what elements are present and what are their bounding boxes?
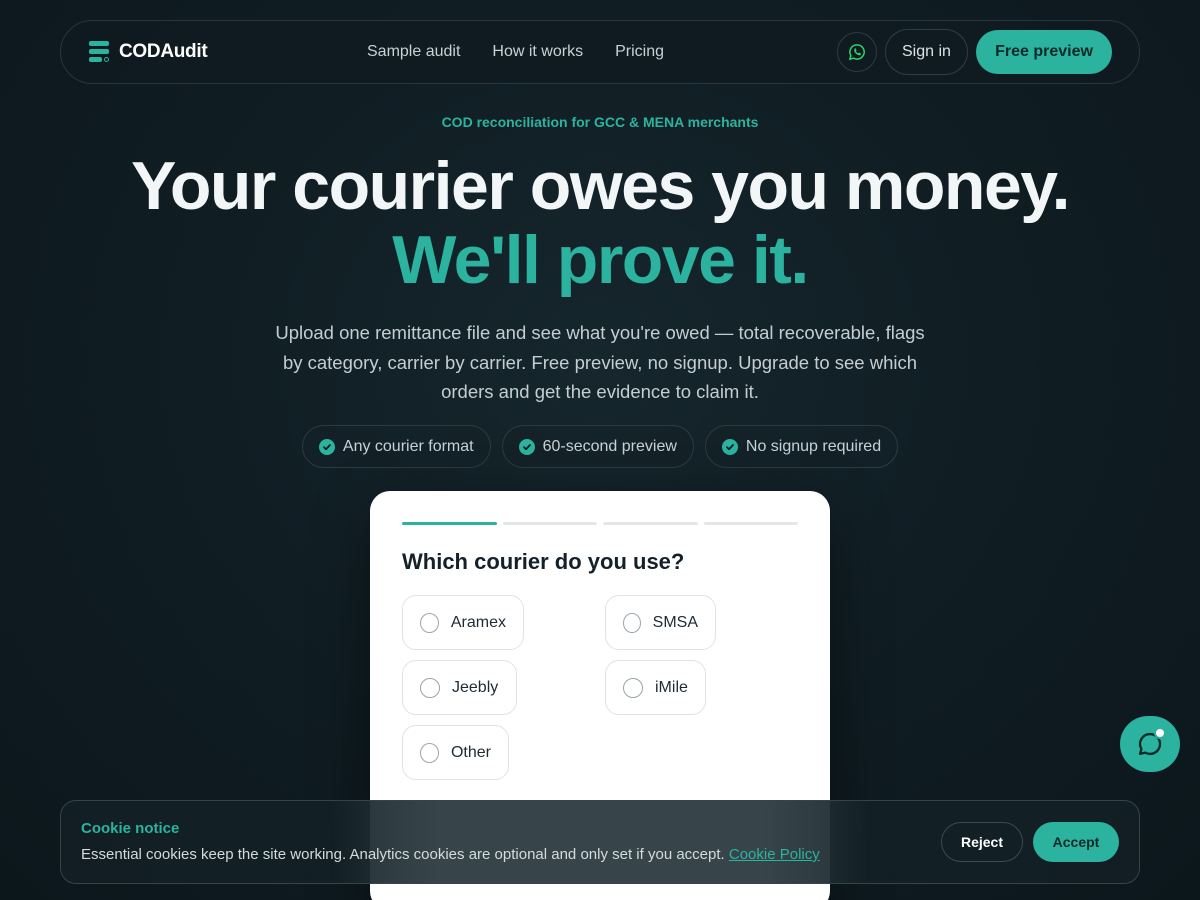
courier-option-jeebly[interactable]: Jeebly [402,660,517,715]
hero-subtitle: Upload one remittance file and see what … [275,322,925,402]
progress-step [703,522,798,525]
cookie-description: Essential cookies keep the site working.… [81,846,725,863]
hero-title-line1: Your courier owes you money. [131,148,1070,224]
chat-button[interactable] [1120,716,1180,772]
courier-option-imile[interactable]: iMile [605,660,706,715]
check-icon [318,438,335,455]
brand[interactable]: CODAudit [89,21,208,83]
courier-option-smsa[interactable]: SMSA [605,595,716,650]
feature-pill: 60-second preview [501,425,694,468]
brand-logo-icon [89,41,109,63]
radio-icon [623,677,643,698]
courier-option-label: Aramex [450,613,506,631]
feature-pill: No signup required [704,425,899,468]
cookie-title: Cookie notice [81,820,180,837]
radio-icon [420,677,440,698]
top-nav: CODAudit Sample audit How it works Prici… [60,20,1140,84]
courier-option-aramex[interactable]: Aramex [402,595,524,650]
nav-links: Sample audit How it works Pricing [367,21,664,83]
chat-notification-dot [1154,727,1166,739]
feature-pills: Any courier format 60-second preview No … [0,425,1200,468]
courier-option-label: iMile [655,678,688,696]
radio-icon [420,612,439,633]
step-progress [402,522,798,525]
cookie-text: Essential cookies keep the site working.… [81,846,820,863]
progress-step [502,522,597,525]
nav-link-sample-audit[interactable]: Sample audit [367,43,460,61]
free-preview-button[interactable]: Free preview [976,30,1112,74]
cookie-reject-button[interactable]: Reject [941,822,1023,862]
cookie-backdrop [331,801,871,883]
sign-in-button[interactable]: Sign in [885,29,968,75]
nav-link-how-it-works[interactable]: How it works [492,43,583,61]
wizard-question: Which courier do you use? [402,549,685,574]
hero-title-line2: We'll prove it. [392,222,809,298]
cookie-banner: Cookie notice Essential cookies keep the… [60,800,1140,884]
cookie-accept-button[interactable]: Accept [1033,822,1119,862]
feature-pill: Any courier format [301,425,491,468]
check-icon [518,438,535,455]
nav-link-pricing[interactable]: Pricing [615,43,664,61]
whatsapp-icon [848,44,865,61]
progress-step [402,522,497,525]
feature-pill-label: No signup required [745,437,882,455]
cookie-policy-link[interactable]: Cookie Policy [729,846,820,863]
whatsapp-button[interactable] [837,32,877,72]
radio-icon [623,612,641,633]
feature-pill-label: Any courier format [342,437,474,455]
brand-name: CODAudit [119,41,208,62]
radio-icon [420,742,439,763]
courier-option-label: Other [450,743,491,761]
courier-option-label: SMSA [652,613,698,631]
courier-option-label: Jeebly [452,678,499,696]
courier-option-other[interactable]: Other [402,725,509,780]
check-icon [721,438,738,455]
feature-pill-label: 60-second preview [542,437,677,455]
progress-step [603,522,698,525]
hero-eyebrow: COD reconciliation for GCC & MENA mercha… [441,114,759,130]
